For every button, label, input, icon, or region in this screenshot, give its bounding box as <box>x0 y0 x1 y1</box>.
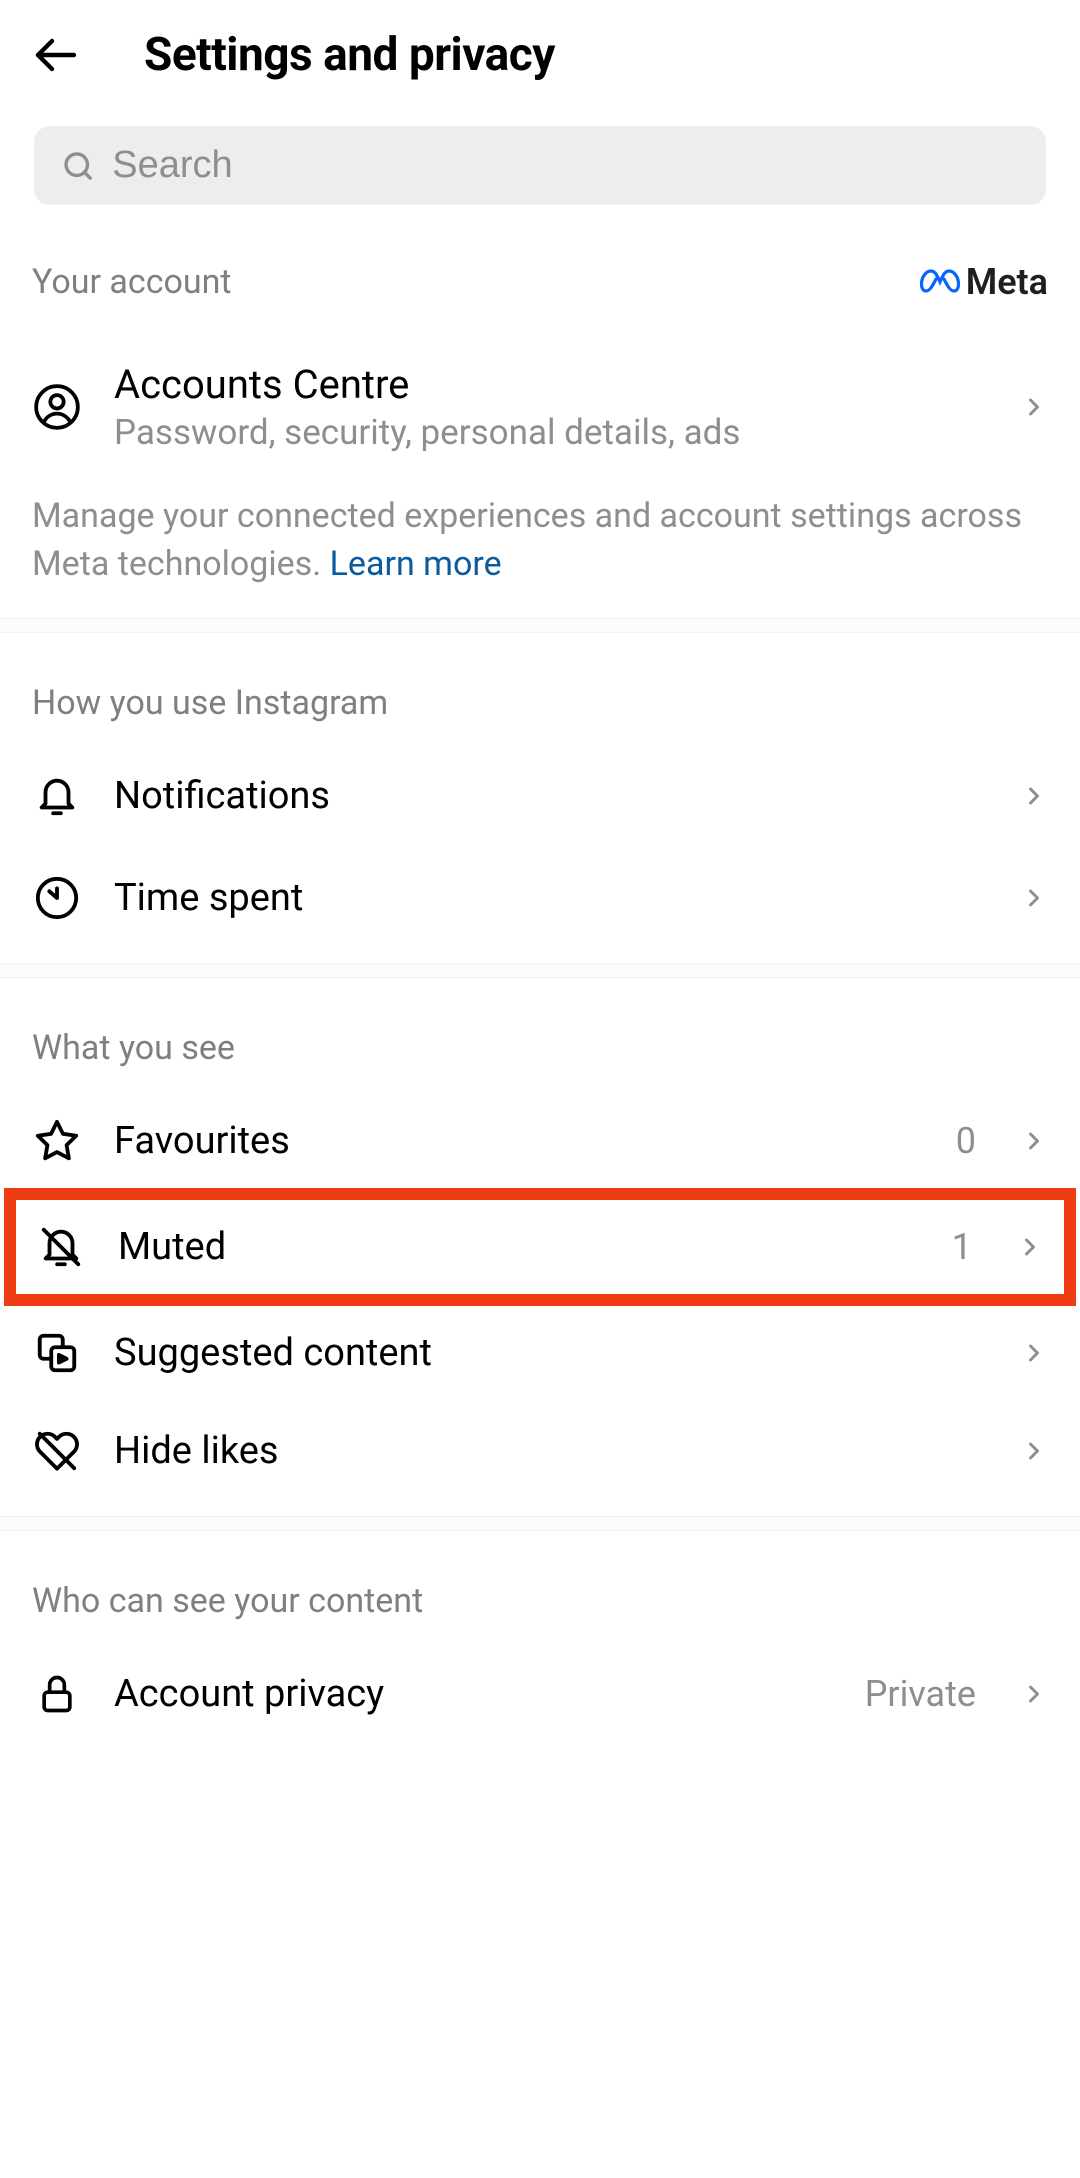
time-spent-row[interactable]: Time spent <box>0 847 1080 963</box>
accounts-centre-row[interactable]: Accounts Centre Password, security, pers… <box>0 315 1080 463</box>
bell-icon <box>34 773 80 819</box>
search-box[interactable] <box>34 126 1046 205</box>
notifications-row[interactable]: Notifications <box>0 731 1080 847</box>
accounts-description: Manage your connected experiences and ac… <box>0 463 1080 618</box>
meta-brand-label: Meta <box>966 261 1048 303</box>
chevron-right-icon <box>1020 1339 1048 1367</box>
chevron-right-icon <box>1016 1233 1044 1261</box>
user-circle-icon <box>32 382 82 432</box>
chevron-right-icon <box>1020 393 1048 421</box>
section-divider <box>0 1516 1080 1531</box>
meta-brand: Meta <box>920 261 1048 303</box>
favourites-value: 0 <box>956 1120 976 1162</box>
learn-more-link[interactable]: Learn more <box>330 544 502 584</box>
muted-highlight: Muted 1 <box>4 1188 1076 1306</box>
favourites-label: Favourites <box>114 1119 924 1163</box>
bell-off-icon <box>38 1224 84 1270</box>
section-title-who-can-see: Who can see your content <box>32 1581 423 1621</box>
chevron-right-icon <box>1020 782 1048 810</box>
search-icon <box>62 149 94 183</box>
clock-icon <box>34 875 80 921</box>
back-button[interactable] <box>32 31 80 79</box>
favourites-row[interactable]: Favourites 0 <box>0 1076 1080 1188</box>
chevron-right-icon <box>1020 1127 1048 1155</box>
search-input[interactable] <box>112 144 1018 187</box>
account-privacy-label: Account privacy <box>114 1672 833 1716</box>
suggested-content-row[interactable]: Suggested content <box>0 1306 1080 1402</box>
hide-likes-row[interactable]: Hide likes <box>0 1402 1080 1516</box>
section-title-how-you-use: How you use Instagram <box>32 683 388 723</box>
media-icon <box>34 1330 80 1376</box>
star-icon <box>34 1118 80 1164</box>
section-title-what-you-see: What you see <box>32 1028 235 1068</box>
suggested-content-label: Suggested content <box>114 1331 988 1375</box>
account-privacy-value: Private <box>865 1673 976 1715</box>
muted-label: Muted <box>118 1225 920 1269</box>
hide-likes-label: Hide likes <box>114 1429 988 1473</box>
page-title: Settings and privacy <box>144 28 555 82</box>
account-privacy-row[interactable]: Account privacy Private <box>0 1629 1080 1759</box>
section-title-your-account: Your account <box>32 262 232 302</box>
chevron-right-icon <box>1020 1437 1048 1465</box>
meta-logo-icon <box>920 269 960 295</box>
heart-off-icon <box>34 1428 80 1474</box>
lock-icon <box>35 1672 79 1716</box>
accounts-centre-subtitle: Password, security, personal details, ad… <box>114 412 988 453</box>
section-divider <box>0 963 1080 978</box>
chevron-right-icon <box>1020 884 1048 912</box>
notifications-label: Notifications <box>114 774 988 818</box>
muted-value: 1 <box>952 1226 972 1268</box>
section-divider <box>0 618 1080 633</box>
chevron-right-icon <box>1020 1680 1048 1708</box>
time-spent-label: Time spent <box>114 876 988 920</box>
accounts-centre-title: Accounts Centre <box>114 361 988 408</box>
arrow-left-icon <box>32 31 80 79</box>
muted-row[interactable]: Muted 1 <box>16 1200 1064 1294</box>
